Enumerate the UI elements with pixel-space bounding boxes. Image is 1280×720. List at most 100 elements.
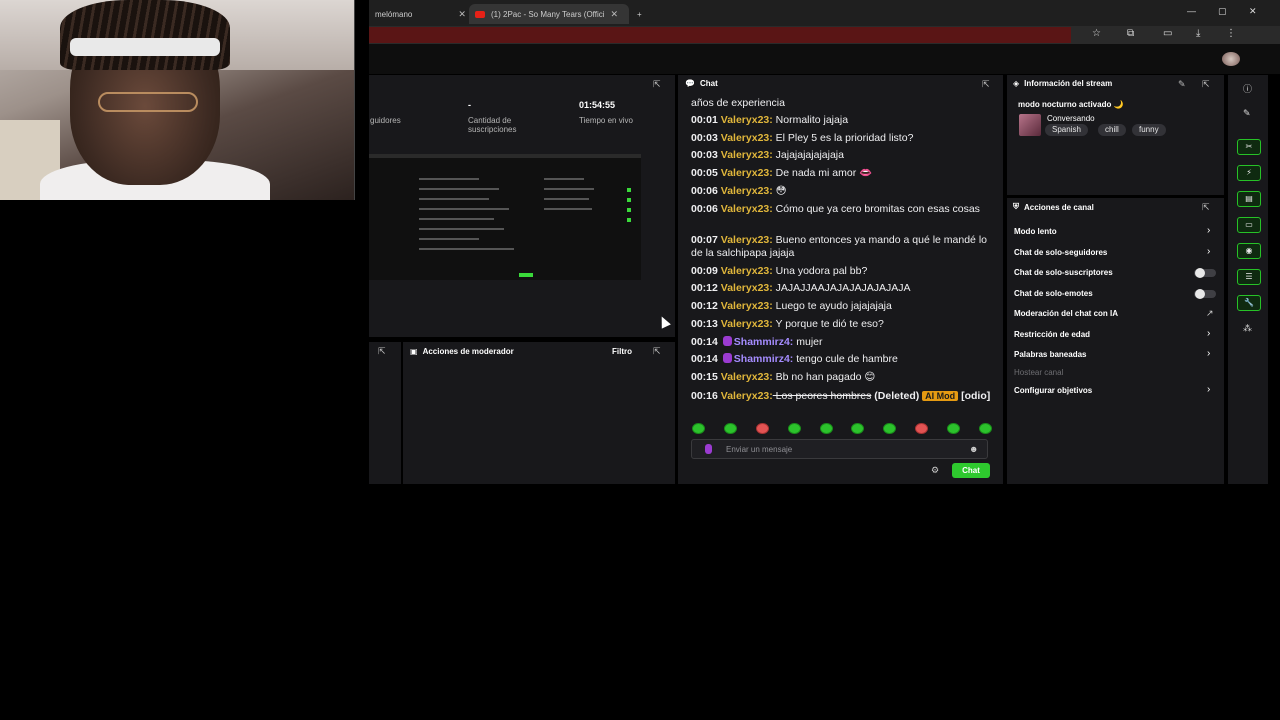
window-close-icon[interactable]: ✕ [1249, 6, 1257, 17]
emote-icon[interactable] [692, 423, 705, 434]
popout-icon[interactable]: ⇱ [653, 79, 661, 90]
minimize-icon[interactable]: — [1187, 6, 1196, 16]
filter-button[interactable]: Filtro [612, 347, 632, 356]
chat-message: 00:07 Valeryx23: Bueno entonces ya mando… [691, 234, 987, 259]
clip-icon[interactable]: ✂ [1237, 139, 1261, 155]
moderator-actions-header: ▣ Acciones de moderador [410, 347, 514, 356]
star-icon[interactable]: ☆ [1092, 28, 1101, 39]
edit-icon[interactable]: ✎ [1178, 79, 1186, 90]
emote-icon[interactable] [851, 423, 865, 434]
chat-message: 00:12 Valeryx23: JAJAJJAAJAJAJAJAJAJAJA [691, 282, 911, 294]
category-name: Conversando [1047, 114, 1095, 123]
category-thumbnail [1019, 114, 1041, 136]
subscriptions-value: - [468, 100, 471, 110]
users-icon[interactable]: ⁂ [1243, 323, 1252, 334]
chart-icon: ↗ [1206, 308, 1214, 318]
chat-send-button[interactable]: Chat [952, 463, 990, 478]
gear-icon[interactable]: ⚙ [931, 465, 939, 476]
browser-tab-strip: melómano ✕ (1) 2Pac - So Many Tears (Off… [369, 0, 1280, 26]
tag-chip[interactable]: chill [1098, 124, 1126, 136]
chat-input[interactable]: Enviar un mensaje [691, 439, 988, 459]
live-time-value: 01:54:55 [579, 100, 616, 110]
info-icon: ◈ [1013, 79, 1020, 88]
emote-icon[interactable] [755, 423, 769, 434]
emote-icon[interactable] [819, 423, 833, 434]
chat-message: 00:12 Valeryx23: Luego te ayudo jajajaja… [691, 300, 892, 312]
popout-icon[interactable]: ⇱ [1202, 202, 1210, 213]
dashboard-header [369, 44, 1280, 74]
stream-title: modo nocturno activado 🌙 [1018, 100, 1124, 109]
mod-icon: ▣ [410, 347, 418, 356]
emote-icon[interactable] [787, 423, 801, 434]
subscriptions-label: Cantidad de suscripciones [468, 116, 517, 134]
live-time-label: Tiempo en vivo [579, 116, 633, 125]
broadcast-icon[interactable]: ◉ [1237, 243, 1261, 259]
popout-icon[interactable]: ⇱ [653, 346, 661, 357]
tab-youtube[interactable]: (1) 2Pac - So Many Tears (Offici ✕ [469, 4, 629, 24]
avatar[interactable] [1222, 52, 1240, 66]
channel-actions-panel [1007, 198, 1224, 484]
emoji-icon[interactable]: ☻ [969, 444, 978, 454]
emote-icon[interactable] [978, 423, 992, 434]
emote-icon[interactable] [947, 423, 960, 434]
action-emote-only: Chat de solo-emotes [1014, 289, 1093, 298]
chat-message: 00:03 Valeryx23: El Pley 5 es la priorid… [691, 132, 914, 144]
subscribers-only-toggle[interactable] [1194, 268, 1216, 278]
emote-icon[interactable] [723, 423, 737, 434]
chevron-right-icon[interactable]: › [1207, 225, 1210, 236]
youtube-icon [475, 10, 485, 18]
lightning-icon[interactable]: ⚡ [1237, 165, 1261, 181]
chevron-right-icon[interactable]: › [1207, 384, 1210, 395]
extensions-icon[interactable]: ⧉ [1127, 28, 1134, 39]
chevron-right-icon[interactable]: › [1207, 348, 1210, 359]
popout-icon[interactable]: ⇱ [378, 346, 386, 357]
chat-message: 00:14 Shammirz4: mujer [691, 336, 823, 348]
action-set-goals[interactable]: Configurar objetivos [1014, 386, 1092, 395]
action-ai-moderation[interactable]: Moderación del chat con IA [1014, 309, 1118, 318]
chat-message: 00:13 Valeryx23: Y porque te dió te eso? [691, 318, 884, 330]
pencil-icon[interactable]: ✎ [1243, 108, 1251, 119]
layout-icon[interactable]: ☰ [1237, 269, 1261, 285]
url-field[interactable] [369, 27, 1071, 43]
ai-mod-badge: AI Mod [922, 391, 959, 401]
action-slow-mode[interactable]: Modo lento [1014, 227, 1057, 236]
menu-icon[interactable]: ⋮ [1226, 28, 1236, 39]
popout-icon[interactable]: ⇱ [1202, 79, 1210, 90]
chat-message: 00:15 Valeryx23: Bb no han pagado 😊 [691, 371, 876, 383]
chat-message: 00:06 Valeryx23: Cómo que ya cero bromit… [691, 203, 980, 215]
badge-icon [722, 353, 732, 363]
sidebar-icon[interactable]: ▭ [1163, 28, 1172, 39]
tab-melomano[interactable]: melómano ✕ [369, 4, 469, 24]
maximize-icon[interactable]: ▢ [1218, 6, 1227, 17]
side-panel [369, 342, 401, 484]
chat-message: 00:06 Valeryx23: 😳 [691, 185, 787, 197]
chat-icon[interactable]: ▤ [1237, 191, 1261, 207]
wrench-icon[interactable]: 🔧 [1237, 295, 1261, 311]
badge-icon [722, 336, 732, 346]
emote-icon[interactable] [915, 423, 929, 434]
chevron-right-icon[interactable]: › [1207, 328, 1210, 339]
webcam-overlay [0, 0, 355, 200]
download-icon[interactable]: ⤓ [1196, 28, 1200, 39]
tag-chip[interactable]: funny [1132, 124, 1166, 136]
moderator-actions-panel [403, 342, 675, 484]
tag-chip[interactable]: Spanish [1045, 124, 1088, 136]
stream-preview[interactable] [369, 154, 641, 280]
close-icon[interactable]: ✕ [458, 9, 466, 20]
info-icon[interactable]: ⓘ [1243, 82, 1252, 95]
action-subscribers-only: Chat de solo-suscriptores [1014, 268, 1113, 277]
action-followers-only[interactable]: Chat de solo-seguidores [1014, 248, 1107, 257]
close-icon[interactable]: ✕ [611, 9, 619, 20]
chevron-right-icon[interactable]: › [1207, 246, 1210, 257]
message-icon[interactable]: ▭ [1237, 217, 1261, 233]
followers-label: guidores [370, 116, 401, 125]
chat-message: 00:09 Valeryx23: Una yodora pal bb? [691, 265, 868, 277]
action-banned-words[interactable]: Palabras baneadas [1014, 350, 1086, 359]
chat-message: 00:14 Shammirz4: tengo cule de hambre [691, 353, 898, 365]
emote-bar [692, 423, 992, 437]
new-tab-button[interactable]: + [631, 4, 648, 24]
action-age-restriction[interactable]: Restricción de edad [1014, 330, 1090, 339]
emote-icon[interactable] [883, 423, 897, 434]
channel-actions-header: ⛨ Acciones de canal [1013, 202, 1094, 212]
emote-only-toggle[interactable] [1194, 289, 1216, 299]
